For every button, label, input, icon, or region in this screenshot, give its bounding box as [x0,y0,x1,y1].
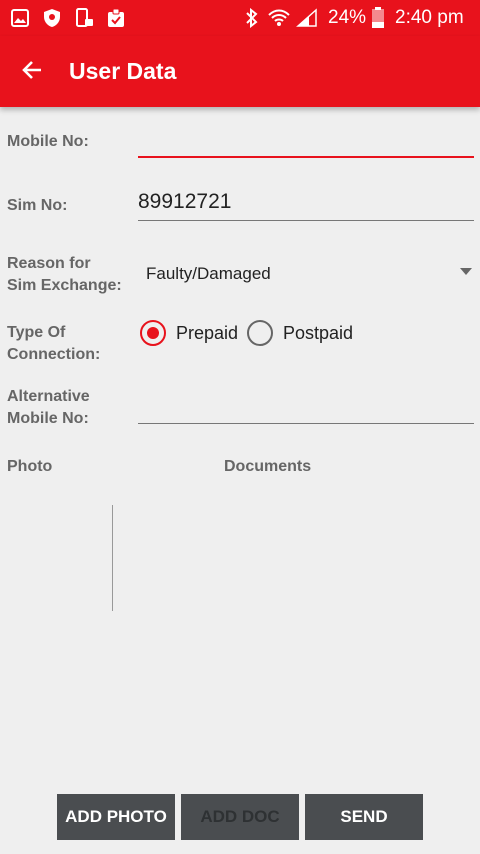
mobile-label: Mobile No: [7,133,89,150]
wifi-icon [268,8,290,28]
gallery-icon [10,8,30,28]
back-button[interactable] [12,52,52,92]
mobile-input-underline [138,156,474,158]
radio-prepaid-label: Prepaid [176,322,239,343]
add-doc-button[interactable]: ADD DOC [181,794,299,840]
app-bar: User Data [0,36,480,107]
send-button[interactable]: SEND [305,794,423,840]
clock: 2:40 pm [395,7,464,28]
attachments-divider [112,505,113,611]
shield-icon [42,8,62,28]
documents-label: Documents [224,458,312,475]
bluetooth-icon [245,7,259,29]
reason-dropdown[interactable]: Faulty/Damaged [138,256,476,292]
sim-label: Sim No: [7,197,68,214]
radio-unchecked-icon [247,320,273,346]
signal-icon [296,8,318,28]
radio-prepaid[interactable]: Prepaid [140,319,238,347]
alt-mobile-label: Alternative Mobile No: [7,388,90,427]
connection-label: Type Of Connection: [7,324,101,363]
phone-lock-icon [74,8,94,28]
sim-input-underline [138,220,474,221]
radio-checked-icon [140,320,166,346]
reason-selected-value: Faulty/Damaged [146,264,271,283]
clipboard-icon [106,8,126,28]
arrow-left-icon [20,58,44,87]
radio-postpaid-label: Postpaid [283,322,354,343]
sim-input[interactable]: 89912721 [138,190,231,214]
photo-label: Photo [7,458,53,475]
battery-icon [371,7,385,28]
battery-percent: 24% [328,7,367,28]
status-bar: 24% 2:40 pm [0,0,480,36]
add-photo-button[interactable]: ADD PHOTO [57,794,175,840]
page-title: User Data [69,58,177,84]
alt-mobile-input-underline [138,423,474,424]
reason-label: Reason for Sim Exchange: [7,255,122,294]
dropdown-arrow-icon [460,268,472,275]
radio-postpaid[interactable]: Postpaid [247,319,353,347]
